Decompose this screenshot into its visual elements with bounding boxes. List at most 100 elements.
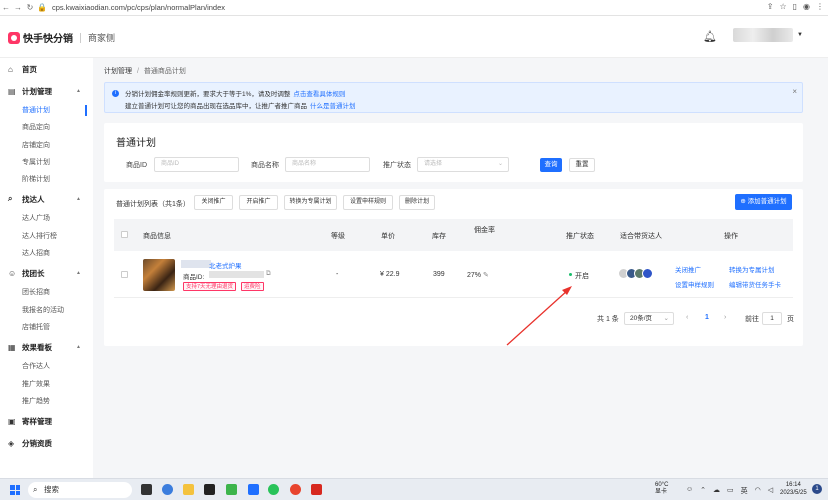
sample-rule-button[interactable]: 设置申样规则	[343, 195, 393, 210]
sidebar-item-shop-hosting[interactable]: 店铺托管	[0, 319, 93, 336]
sidebar-item-product-target[interactable]: 商品定向	[0, 119, 93, 136]
sidebar-item-normal-plan[interactable]: 普通计划	[0, 102, 93, 119]
product-id-input[interactable]: 商品ID	[154, 157, 239, 172]
sidebar-group-plans[interactable]: ▤ 计划管理 ▲	[0, 80, 93, 102]
sidebar-group-influencers[interactable]: ⌕ 找达人 ▲	[0, 188, 93, 210]
current-page[interactable]: 1	[705, 314, 709, 321]
ime-indicator[interactable]: 英	[741, 486, 748, 496]
file-explorer-icon[interactable]	[183, 484, 194, 495]
row-sample-rule-link[interactable]: 设置申样规则	[675, 279, 714, 289]
sidebar-group-home[interactable]: ⌂ 首页	[0, 58, 93, 80]
sidebar-item-influencer-rank[interactable]: 达人排行榜	[0, 228, 93, 245]
sidebar-item-shop-target[interactable]: 店铺定向	[0, 137, 93, 154]
user-account[interactable]	[733, 28, 793, 42]
product-name-input[interactable]: 商品名称	[285, 157, 370, 172]
weather-widget[interactable]: 60°C 显卡	[655, 482, 668, 496]
plan-list-panel: 普通计划列表（共1条） 关闭推广 开启推广 转换为专属计划 设置申样规则 删除计…	[104, 189, 803, 346]
chrome-icon[interactable]	[290, 484, 301, 495]
sidebar-group-qualification[interactable]: ◈ 分销资质	[0, 432, 93, 454]
close-icon[interactable]: ×	[792, 87, 797, 96]
app-icon[interactable]	[226, 484, 237, 495]
logo-text: 快手快分销	[23, 34, 73, 45]
wifi-icon[interactable]: ◠	[755, 486, 761, 496]
column-header: 佣金率	[474, 227, 495, 234]
windows-start-icon[interactable]	[10, 485, 20, 495]
sidebar-group-leaders[interactable]: ☺ 找团长 ▲	[0, 262, 93, 284]
back-icon[interactable]: ←	[0, 3, 12, 12]
product-name-redacted	[181, 260, 211, 268]
address-bar[interactable]: cps.kwaixiaodian.com/pc/cps/plan/normalP…	[52, 3, 225, 12]
profile-icon[interactable]: ◉	[803, 2, 810, 11]
menu-icon[interactable]: ⋮	[816, 2, 824, 11]
add-plan-label: 添加普通计划	[747, 198, 787, 205]
close-promotion-button[interactable]: 关闭推广	[194, 195, 233, 210]
copy-icon[interactable]: ⧉	[266, 270, 271, 278]
sidebar-item-leader-recruit[interactable]: 团长招商	[0, 284, 93, 301]
tiktok-icon[interactable]	[204, 484, 215, 495]
avatar[interactable]	[642, 268, 653, 279]
edit-icon[interactable]: ✎	[483, 272, 489, 279]
select-all-checkbox[interactable]	[121, 231, 128, 238]
sidebar-item-effect[interactable]: 推广效果	[0, 376, 93, 393]
convert-exclusive-button[interactable]: 转换为专属计划	[284, 195, 337, 210]
star-icon[interactable]: ☆	[779, 2, 786, 11]
goto-page-input[interactable]: 1	[762, 312, 782, 325]
notice-line-1: 分销计划佣金率规则更新，要求大于等于1%，请及时调整 点击查看具体规则	[125, 88, 345, 98]
edge-icon[interactable]	[162, 484, 173, 495]
breadcrumb: 计划管理 / 普通商品计划	[104, 66, 186, 76]
open-promotion-button[interactable]: 开启推广	[239, 195, 278, 210]
status-select[interactable]: 请选择 ⌄	[417, 157, 509, 172]
row-edit-task-card-link[interactable]: 编辑带货任务手卡	[729, 279, 781, 289]
reload-icon[interactable]: ↻	[24, 3, 36, 12]
product-id-label: 商品ID:	[183, 274, 205, 281]
forward-icon[interactable]: →	[12, 3, 24, 12]
logo[interactable]: 快手快分销 商家侧	[8, 30, 115, 45]
row-convert-exclusive-link[interactable]: 转换为专属计划	[729, 264, 775, 274]
volume-icon[interactable]: ◁	[768, 486, 773, 496]
delete-plan-button[interactable]: 删除计划	[399, 195, 435, 210]
reset-button[interactable]: 重置	[569, 158, 595, 172]
prev-page-button[interactable]: ‹	[686, 314, 688, 321]
breadcrumb-current: 普通商品计划	[143, 68, 186, 75]
clock[interactable]: 16:14 2023/5/25	[780, 482, 807, 497]
app-icon[interactable]	[311, 484, 322, 495]
sidebar-item-my-activities[interactable]: 我报名的活动	[0, 302, 93, 319]
wechat-icon[interactable]	[268, 484, 279, 495]
what-is-plan-link[interactable]: 什么是普通计划	[310, 103, 356, 110]
sidebar-item-influencer-square[interactable]: 达人广场	[0, 210, 93, 227]
taskbar-search[interactable]: ⌕ 搜索	[28, 482, 132, 498]
cloud-icon[interactable]: ☁	[713, 486, 720, 496]
sidebar-group-dashboard[interactable]: ▦ 效果看板 ▲	[0, 336, 93, 358]
breadcrumb-root[interactable]: 计划管理	[104, 68, 132, 75]
sidebar-item-ladder-plan[interactable]: 阶梯计划	[0, 171, 93, 188]
query-button[interactable]: 查询	[540, 158, 562, 172]
sidebar-item-influencer-recruit[interactable]: 达人招商	[0, 245, 93, 262]
product-name-link[interactable]: 北老式炉果	[209, 260, 242, 270]
row-checkbox[interactable]	[121, 271, 128, 278]
logo-icon	[8, 31, 20, 44]
people-icon[interactable]: ☺	[686, 486, 693, 496]
sidebar-icon[interactable]: ▯	[793, 2, 797, 11]
chevron-down-icon[interactable]: ▼	[797, 32, 803, 38]
sidebar-item-exclusive-plan[interactable]: 专属计划	[0, 154, 93, 171]
notification-badge[interactable]: 1	[812, 484, 822, 494]
sidebar-group-label: 首页	[22, 64, 37, 74]
bell-icon[interactable]: 🔔︎	[703, 30, 717, 43]
add-plan-button[interactable]: ⊕ 添加普通计划	[735, 194, 792, 210]
rules-link[interactable]: 点击查看具体规则	[293, 91, 345, 98]
sidebar-item-partners[interactable]: 合作达人	[0, 358, 93, 375]
share-icon[interactable]: ⇪	[767, 2, 774, 11]
row-close-promotion-link[interactable]: 关闭推广	[675, 264, 701, 274]
page-size-select[interactable]: 20条/页 ⌄	[624, 312, 674, 325]
certificate-icon: ◈	[8, 438, 15, 448]
tray-app-icon[interactable]: ▭	[727, 486, 734, 496]
column-header: 单价	[381, 233, 395, 240]
product-image[interactable]	[143, 259, 175, 291]
next-page-button[interactable]: ›	[724, 314, 726, 321]
chevron-up-icon[interactable]: ⌃	[700, 486, 706, 496]
task-view-icon[interactable]	[141, 484, 152, 495]
sidebar-item-trend[interactable]: 推广趋势	[0, 393, 93, 410]
app-icon[interactable]	[248, 484, 259, 495]
notice-text: 建立普通计划可让您的商品出现在选品库中，让推广者推广商品	[125, 103, 307, 110]
sidebar-group-samples[interactable]: ▣ 寄样管理	[0, 410, 93, 432]
